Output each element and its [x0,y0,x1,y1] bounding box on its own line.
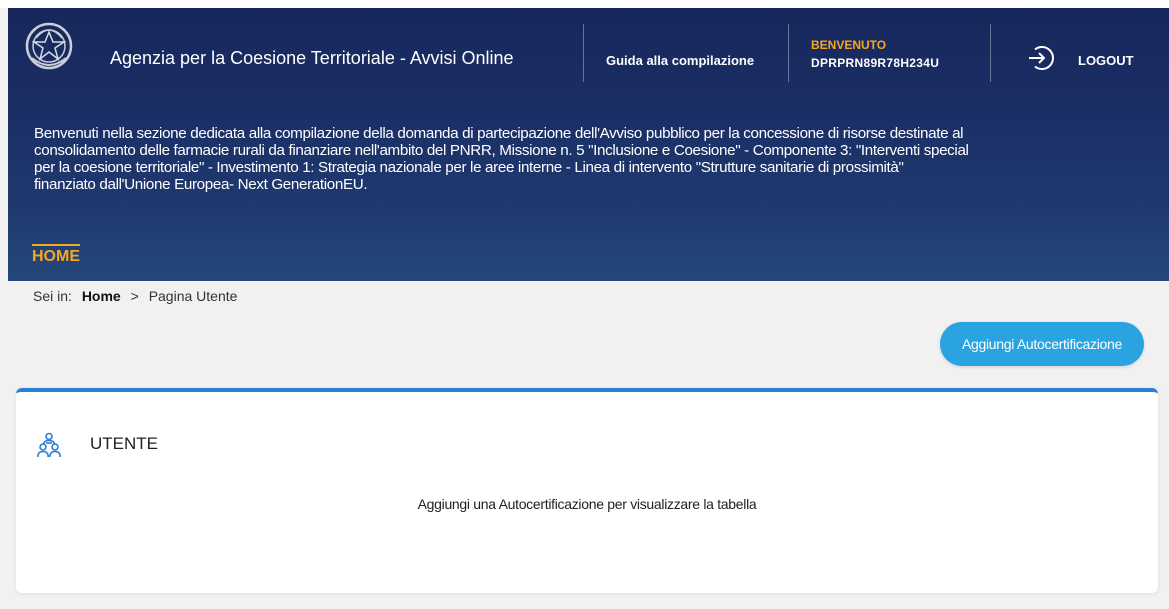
app-title: Agenzia per la Coesione Territoriale - A… [110,48,514,68]
logout-icon[interactable] [1026,44,1054,72]
breadcrumb-current: Pagina Utente [148,288,238,304]
guide-link[interactable]: Guida alla compilazione [606,53,754,68]
page-top-strip [0,0,1169,8]
breadcrumb: Sei in: Home > Pagina Utente [33,288,237,304]
user-fiscal-code: DPRPRN89R78H234U [811,56,940,70]
breadcrumb-separator: > [130,288,139,304]
user-card: UTENTE Aggiungi una Autocertificazione p… [16,388,1158,593]
header-divider [788,24,789,82]
empty-table-message: Aggiungi una Autocertificazione per visu… [417,496,757,512]
italian-republic-emblem-icon [25,22,73,70]
add-self-certification-button[interactable]: Aggiungi Autocertificazione [940,322,1144,366]
users-group-icon [37,432,61,458]
logout-link[interactable]: LOGOUT [1078,53,1134,68]
breadcrumb-prefix: Sei in: [33,288,72,304]
breadcrumb-home-link[interactable]: Home [82,288,121,304]
welcome-label: BENVENUTO [811,38,887,52]
intro-text: Benvenuti nella sezione dedicata alla co… [34,125,969,193]
header-divider [990,24,991,82]
header-divider [583,24,584,82]
nav-home[interactable]: HOME [32,244,80,266]
card-title: UTENTE [90,434,158,453]
site-header: Agenzia per la Coesione Territoriale - A… [8,8,1169,281]
